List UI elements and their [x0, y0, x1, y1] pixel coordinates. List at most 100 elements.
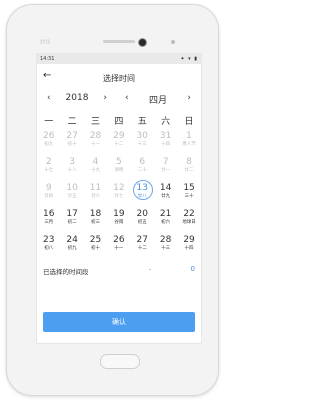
- calendar-day[interactable]: 10 廿五: [60, 183, 83, 206]
- day-number: 18: [89, 209, 102, 219]
- calendar-day[interactable]: 16 三月: [37, 209, 60, 232]
- calendar-day[interactable]: 19 谷雨: [107, 209, 130, 232]
- day-number: 10: [66, 183, 78, 193]
- calendar-day[interactable]: 9 廿四: [37, 183, 60, 206]
- lunar-date: 地球日: [182, 220, 196, 225]
- weekday-header: 一 二 三 四 五 六 日: [37, 114, 201, 128]
- calendar-day[interactable]: 31 十四: [154, 131, 177, 154]
- calendar-day[interactable]: 5 清明: [107, 157, 130, 180]
- lunar-date: 初六: [161, 220, 171, 225]
- day-number: 6: [139, 157, 146, 167]
- day-number: 15: [183, 183, 195, 193]
- lunar-date: 十一: [114, 246, 124, 251]
- calendar-day[interactable]: 18 初三: [84, 209, 107, 232]
- day-number: 1: [186, 131, 192, 141]
- day-number: 21: [159, 209, 172, 219]
- calendar-day[interactable]: 27 初十: [60, 131, 83, 154]
- day-number: 9: [45, 183, 52, 193]
- calendar-day[interactable]: 20 初五: [131, 209, 154, 232]
- weekday-label: 三: [90, 117, 100, 127]
- lunar-date: 初十: [67, 142, 77, 147]
- month-value: 四月: [148, 96, 167, 106]
- calendar-day[interactable]: 24 初九: [60, 235, 83, 258]
- lunar-date: 谷雨: [114, 220, 124, 225]
- weekday-label: 一: [44, 117, 54, 127]
- lunar-date: 三十: [184, 194, 194, 199]
- calendar-day[interactable]: 14 廿九: [154, 183, 177, 206]
- calendar-day[interactable]: 22 地球日: [177, 209, 200, 232]
- calendar-day[interactable]: 8 廿二: [177, 157, 200, 180]
- day-number: 25: [89, 235, 102, 245]
- calendar-day-today[interactable]: 13 廿八: [131, 180, 154, 206]
- earpiece: [103, 40, 135, 43]
- lunar-date: 十七: [44, 168, 54, 173]
- day-number: 29: [113, 131, 125, 141]
- day-number: 17: [66, 209, 78, 219]
- calendar-week-row: 23 初八 24 初九 25 初十 26 十一 27 十二 28 十三 29 十四: [37, 235, 201, 258]
- lunar-date: 清明: [114, 168, 124, 173]
- lunar-date: 廿四: [44, 194, 54, 199]
- weekday-label: 日: [184, 117, 194, 127]
- home-button[interactable]: [100, 354, 140, 369]
- day-number: 26: [42, 131, 55, 141]
- day-number: 2: [45, 157, 52, 167]
- title-bar: ← 选择时间: [37, 64, 201, 90]
- year-selector: ‹ 2018 ›: [47, 93, 107, 105]
- calendar-day[interactable]: 29 十二: [107, 131, 130, 154]
- calendar-day[interactable]: 17 初二: [60, 209, 83, 232]
- calendar-day[interactable]: 12 廿七: [107, 183, 130, 206]
- calendar-day[interactable]: 11 廿六: [84, 183, 107, 206]
- weekday-label: 四: [114, 117, 124, 127]
- calendar-day[interactable]: 26 十一: [107, 235, 130, 258]
- calendar-week-row: 9 廿四 10 廿五 11 廿六 12 廿七 13 廿八 14 廿九 15 三十: [37, 180, 201, 206]
- calendar-day[interactable]: 28 十三: [154, 235, 177, 258]
- day-number: 28: [89, 131, 102, 141]
- calendar-day[interactable]: 4 十九: [84, 157, 107, 180]
- lunar-date: 廿八: [137, 194, 147, 199]
- calendar-day[interactable]: 29 十四: [177, 235, 200, 258]
- day-number: 28: [159, 235, 172, 245]
- lunar-date: 十一: [90, 142, 100, 147]
- calendar-day[interactable]: 3 十八: [60, 157, 83, 180]
- day-number: 31: [159, 131, 172, 141]
- calendar-day[interactable]: 27 十二: [131, 235, 154, 258]
- calendar-day[interactable]: 26 初九: [37, 131, 60, 154]
- calendar-week-row: 16 三月 17 初二 18 初三 19 谷雨 20 初五 21 初六 22 地球日: [37, 209, 201, 232]
- day-number: 13: [136, 183, 148, 193]
- chevron-right-icon[interactable]: ›: [103, 93, 107, 103]
- lunar-date: 初二: [67, 220, 77, 225]
- calendar-week-row: 26 初九 27 初十 28 十一 29 十二 30 十三 31 十四 1 愚人节: [37, 131, 201, 154]
- lunar-date: 十二: [137, 246, 147, 251]
- calendar-day[interactable]: 6 二十: [131, 157, 154, 180]
- day-number: 23: [42, 235, 55, 245]
- day-number: 4: [92, 157, 99, 167]
- calendar-day[interactable]: 1 愚人节: [177, 131, 200, 154]
- lunar-date: 初五: [137, 220, 147, 225]
- calendar-day[interactable]: 7 廿一: [154, 157, 177, 180]
- calendar-day[interactable]: 23 初八: [37, 235, 60, 258]
- lunar-date: 初九: [67, 246, 77, 251]
- calendar-day[interactable]: 21 初六: [154, 209, 177, 232]
- day-number: 27: [66, 131, 78, 141]
- weekday-label: 六: [161, 117, 171, 127]
- lunar-date: 十四: [184, 246, 194, 251]
- calendar-day[interactable]: 25 初十: [84, 235, 107, 258]
- lunar-date: 廿五: [67, 194, 77, 199]
- lunar-date: 十九: [90, 168, 100, 173]
- calendar-day[interactable]: 2 十七: [37, 157, 60, 180]
- day-number: 20: [136, 209, 148, 219]
- day-number: 30: [136, 131, 148, 141]
- day-number: 27: [136, 235, 148, 245]
- day-number: 24: [66, 235, 78, 245]
- calendar-day[interactable]: 15 三十: [177, 183, 200, 206]
- selected-range-dash: -: [149, 265, 152, 273]
- chevron-right-icon[interactable]: ›: [187, 93, 191, 103]
- lunar-date: 二十: [137, 168, 147, 173]
- lunar-date: 愚人节: [182, 142, 196, 147]
- brand-logo: mi: [40, 37, 51, 46]
- lunar-date: 十三: [137, 142, 147, 147]
- lunar-date: 十四: [161, 142, 171, 147]
- calendar-day[interactable]: 28 十一: [84, 131, 107, 154]
- calendar-day[interactable]: 30 十三: [131, 131, 154, 154]
- confirm-button[interactable]: 确认: [43, 312, 195, 332]
